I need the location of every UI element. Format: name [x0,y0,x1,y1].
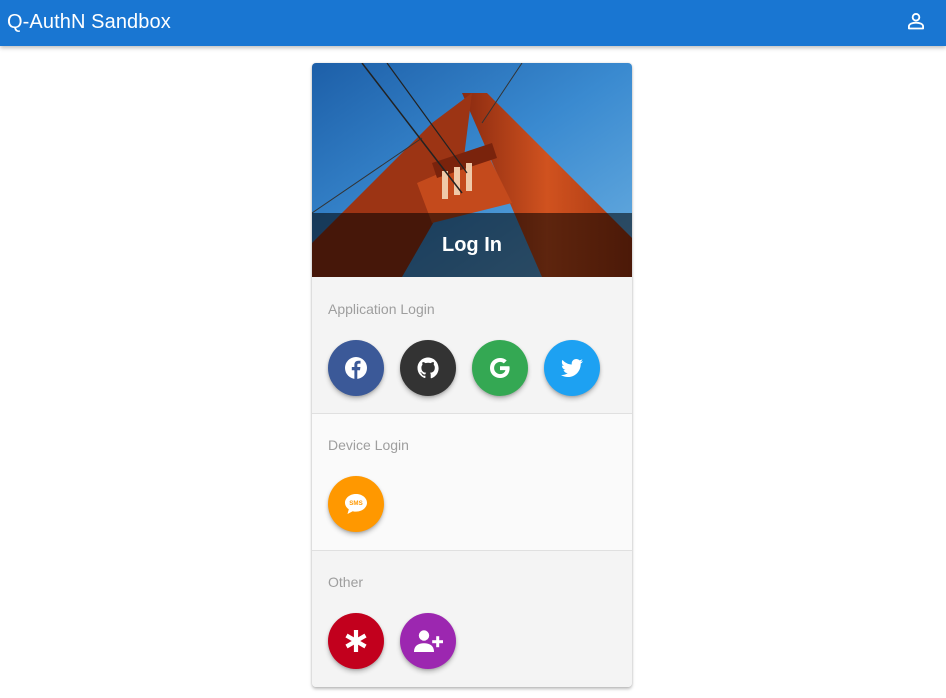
asterisk-icon [343,628,369,654]
login-title: Log In [442,233,502,256]
facebook-icon [344,356,368,380]
hero-image: Log In [312,63,632,277]
account-button[interactable] [900,7,932,39]
twitter-login-button[interactable] [544,340,600,396]
section-label: Device Login [328,437,409,453]
device-login-section: Device Login SMS [312,413,632,550]
password-login-button[interactable] [328,613,384,669]
application-login-section: Application Login [312,277,632,414]
app-toolbar: Q-AuthN Sandbox [0,0,946,46]
app-title: Q-AuthN Sandbox [7,11,171,33]
twitter-icon [560,356,584,380]
facebook-login-button[interactable] [328,340,384,396]
github-icon [416,356,440,380]
google-login-button[interactable] [472,340,528,396]
sms-login-button[interactable]: SMS [328,476,384,532]
hero-caption: Log In [312,213,632,277]
other-section: Other [312,550,632,687]
register-button[interactable] [400,613,456,669]
section-label: Application Login [328,301,435,317]
google-icon [488,356,512,380]
svg-text:SMS: SMS [349,500,362,507]
github-login-button[interactable] [400,340,456,396]
section-label: Other [328,574,364,590]
account-icon [906,11,926,36]
add-user-icon [413,628,443,654]
sms-icon: SMS [343,491,369,517]
login-card: Log In Application Login Device Login SM… [312,63,632,687]
